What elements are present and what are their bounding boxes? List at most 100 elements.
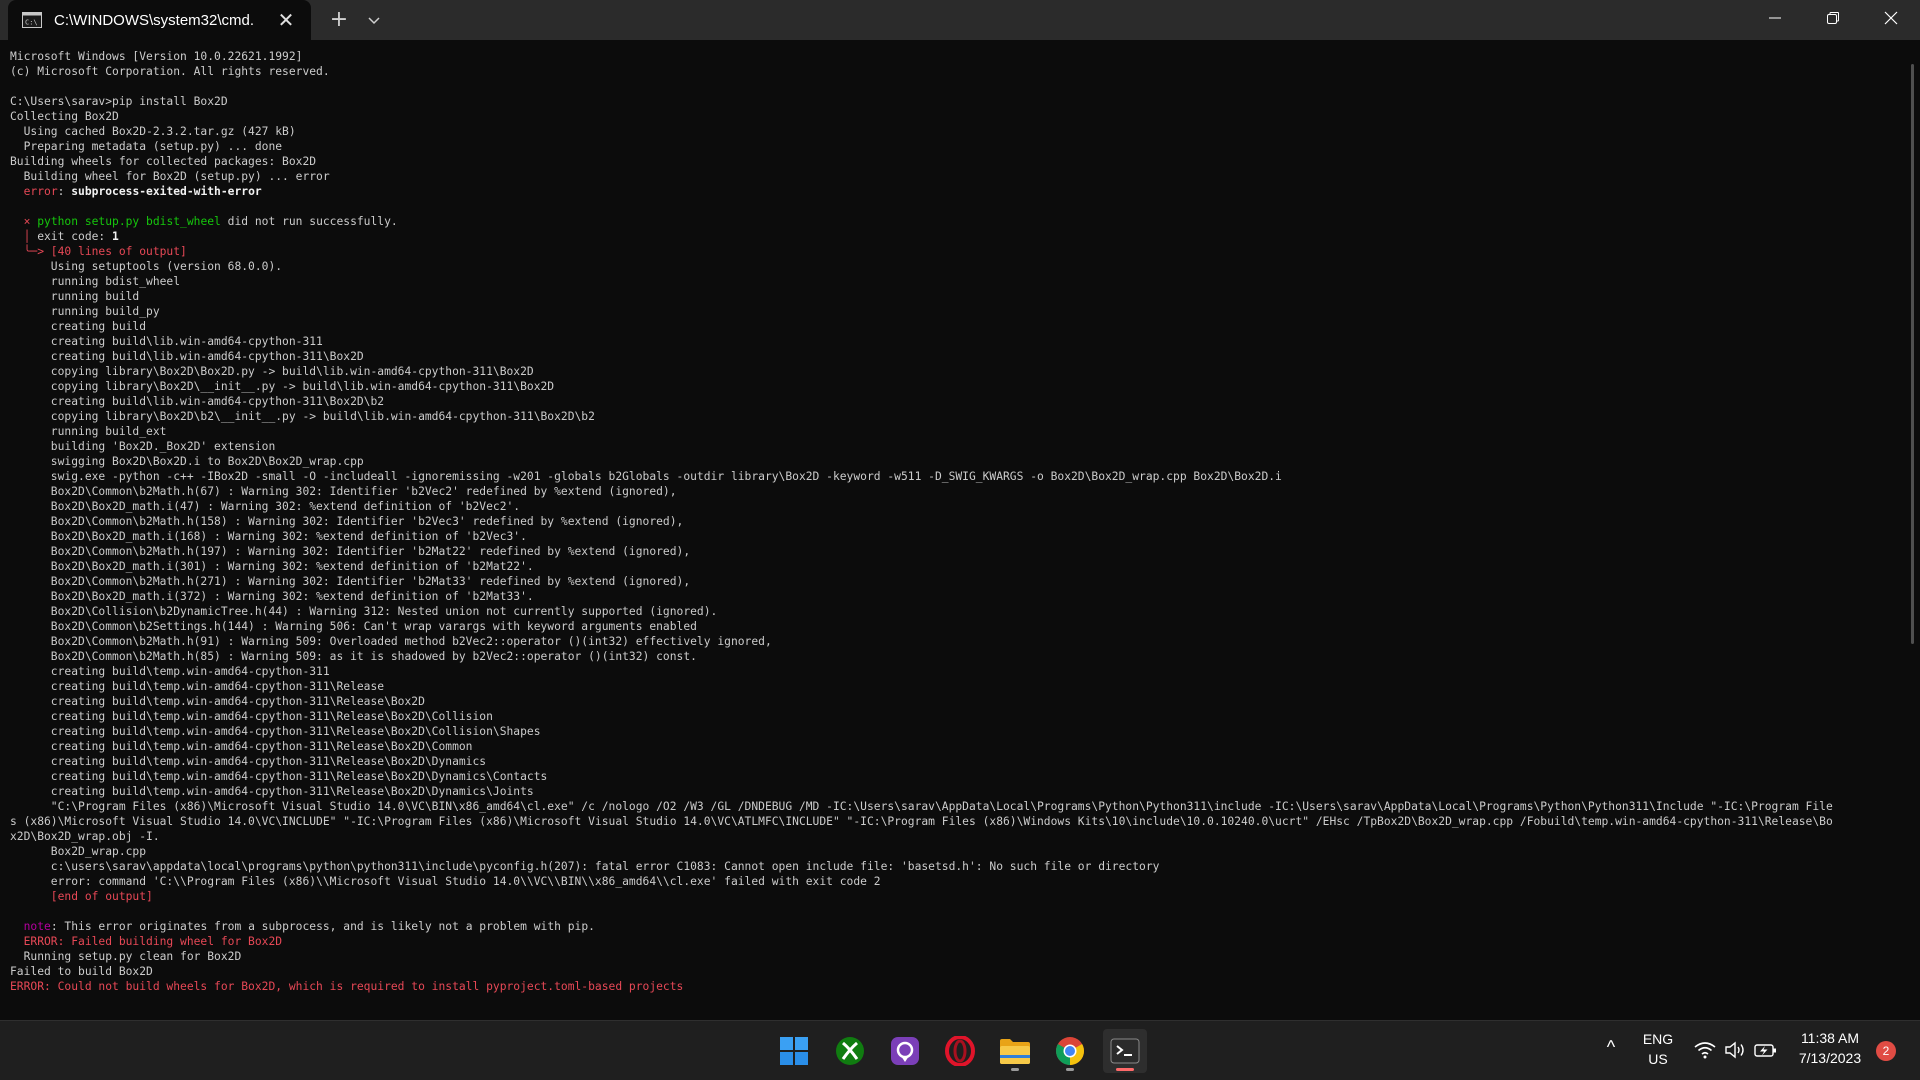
terminal-text-segment: ╰─> [40 lines of output]: [10, 245, 187, 258]
terminal-line: copying library\Box2D\Box2D.py -> build\…: [10, 364, 1890, 379]
terminal-text-segment: Box2D_wrap.cpp: [10, 845, 147, 858]
language-indicator-top[interactable]: ENG: [1640, 1031, 1676, 1047]
terminal-line: Box2D\Common\b2Math.h(67) : Warning 302:…: [10, 484, 1890, 499]
terminal-text-segment: [end of output]: [10, 890, 153, 903]
terminal-text-segment: creating build\lib.win-amd64-cpython-311…: [10, 350, 364, 363]
tab-dropdown-button[interactable]: [362, 8, 386, 32]
clock-time[interactable]: 11:38 AM: [1790, 1030, 1870, 1046]
terminal-line: Box2D_wrap.cpp: [10, 844, 1890, 859]
start-button[interactable]: [772, 1029, 816, 1073]
terminal-line: creating build\temp.win-amd64-cpython-31…: [10, 754, 1890, 769]
terminal-line: [end of output]: [10, 889, 1890, 904]
terminal-text-segment: running build_py: [10, 305, 160, 318]
tab-close-button[interactable]: ✕: [276, 10, 296, 30]
taskbar-terminal[interactable]: [1103, 1029, 1147, 1073]
terminal-line: ERROR: Could not build wheels for Box2D,…: [10, 979, 1890, 994]
battery-charging-icon[interactable]: [1754, 1041, 1778, 1063]
terminal-text-segment: Preparing metadata (setup.py) ... done: [10, 140, 283, 153]
taskbar-opera[interactable]: [938, 1029, 982, 1073]
tab-cmd[interactable]: C:\ C:\WINDOWS\system32\cmd. ✕: [8, 0, 311, 40]
terminal-text-segment: (c) Microsoft Corporation. All rights re…: [10, 65, 330, 78]
terminal-text-segment: swig.exe -python -c++ -IBox2D -small -O …: [10, 470, 1282, 483]
terminal-line: Box2D\Box2D_math.i(372) : Warning 302: %…: [10, 589, 1890, 604]
terminal-text-segment: Box2D\Common\b2Math.h(85) : Warning 509:…: [10, 650, 697, 663]
terminal-line: swig.exe -python -c++ -IBox2D -small -O …: [10, 469, 1890, 484]
terminal-text-segment: x2D\Box2D_wrap.obj -I.: [10, 830, 160, 843]
terminal-line: Box2D\Common\b2Settings.h(144) : Warning…: [10, 619, 1890, 634]
terminal-scrollbar[interactable]: [1911, 64, 1914, 644]
active-indicator: [1116, 1068, 1134, 1071]
terminal-line: creating build\temp.win-amd64-cpython-31…: [10, 664, 1890, 679]
terminal-text-segment: subprocess-exited-with-error: [71, 185, 262, 198]
terminal-line: Box2D\Box2D_math.i(168) : Warning 302: %…: [10, 529, 1890, 544]
clock-date[interactable]: 7/13/2023: [1790, 1050, 1870, 1066]
terminal-line: Box2D\Box2D_math.i(301) : Warning 302: %…: [10, 559, 1890, 574]
terminal-line: building 'Box2D._Box2D' extension: [10, 439, 1890, 454]
taskbar-xbox[interactable]: [828, 1029, 872, 1073]
taskbar-app[interactable]: [883, 1029, 927, 1073]
cmd-tab-icon: C:\: [22, 12, 42, 28]
terminal-text-segment: Microsoft Windows [Version 10.0.22621.19…: [10, 50, 303, 63]
tray-overflow-chevron[interactable]: ^: [1598, 1037, 1624, 1058]
terminal-text-segment: Using cached Box2D-2.3.2.tar.gz (427 kB): [10, 125, 296, 138]
terminal-line: error: command 'C:\\Program Files (x86)\…: [10, 874, 1890, 889]
minimize-icon: [1769, 17, 1781, 19]
file-explorer-icon: [1000, 1039, 1030, 1064]
terminal-line: Preparing metadata (setup.py) ... done: [10, 139, 1890, 154]
chrome-icon: [1056, 1037, 1084, 1065]
terminal-text-segment: Box2D\Box2D_math.i(168) : Warning 302: %…: [10, 530, 527, 543]
terminal-line: ╰─> [40 lines of output]: [10, 244, 1890, 259]
terminal-output[interactable]: Microsoft Windows [Version 10.0.22621.19…: [10, 49, 1890, 1009]
terminal-text-segment: creating build\temp.win-amd64-cpython-31…: [10, 680, 385, 693]
taskbar: ^ ENG US 11:38 AM 7/13/2023: [0, 1020, 1920, 1080]
terminal-line: Box2D\Common\b2Math.h(197) : Warning 302…: [10, 544, 1890, 559]
minimize-button[interactable]: [1752, 0, 1798, 36]
terminal-line: "C:\Program Files (x86)\Microsoft Visual…: [10, 799, 1890, 814]
terminal-text-segment: running bdist_wheel: [10, 275, 181, 288]
volume-icon[interactable]: [1724, 1041, 1746, 1063]
terminal-text-segment: Box2D\Box2D_math.i(47) : Warning 302: %e…: [10, 500, 521, 513]
svg-text:C:\: C:\: [25, 19, 38, 27]
terminal-text-segment: creating build\temp.win-amd64-cpython-31…: [10, 770, 548, 783]
terminal-line: running build_py: [10, 304, 1890, 319]
terminal-text-segment: exit code:: [30, 230, 113, 243]
terminal-line: creating build\temp.win-amd64-cpython-31…: [10, 769, 1890, 784]
close-window-button[interactable]: [1868, 0, 1914, 36]
taskbar-file-explorer[interactable]: [993, 1029, 1037, 1073]
terminal-text-segment: Building wheels for collected packages: …: [10, 155, 317, 168]
terminal-text-segment: Failed to build Box2D: [10, 965, 153, 978]
terminal-line: running build_ext: [10, 424, 1890, 439]
terminal-line: creating build\temp.win-amd64-cpython-31…: [10, 679, 1890, 694]
chevron-down-icon: [368, 17, 380, 25]
windows-start-icon: [780, 1037, 808, 1065]
terminal-line: copying library\Box2D\b2\__init__.py -> …: [10, 409, 1890, 424]
terminal-text-segment: creating build\temp.win-amd64-cpython-31…: [10, 665, 330, 678]
wifi-icon[interactable]: [1694, 1041, 1716, 1063]
terminal-text-segment: running build_ext: [10, 425, 167, 438]
terminal-line: copying library\Box2D\__init__.py -> bui…: [10, 379, 1890, 394]
language-indicator-bottom[interactable]: US: [1640, 1051, 1676, 1067]
terminal-text-segment: C:\Users\sarav>pip install Box2D: [10, 95, 228, 108]
terminal-text-segment: Running setup.py clean for Box2D: [10, 950, 242, 963]
terminal-text-segment: creating build\temp.win-amd64-cpython-31…: [10, 725, 541, 738]
terminal-line: creating build\lib.win-amd64-cpython-311…: [10, 394, 1890, 409]
new-tab-button[interactable]: +: [326, 8, 352, 32]
terminal-line: C:\Users\sarav>pip install Box2D: [10, 94, 1890, 109]
terminal-line: creating build\temp.win-amd64-cpython-31…: [10, 694, 1890, 709]
terminal-text-segment: :: [57, 185, 72, 198]
terminal-text-segment: Box2D\Common\b2Settings.h(144) : Warning…: [10, 620, 697, 633]
taskbar-chrome[interactable]: [1048, 1029, 1092, 1073]
restore-button[interactable]: [1810, 0, 1856, 36]
terminal-text-segment: copying library\Box2D\Box2D.py -> build\…: [10, 365, 534, 378]
notification-badge[interactable]: 2: [1876, 1041, 1896, 1061]
title-bar: C:\ C:\WINDOWS\system32\cmd. ✕ +: [0, 0, 1920, 40]
terminal-line: c:\users\sarav\appdata\local\programs\py…: [10, 859, 1890, 874]
terminal-text-segment: creating build\temp.win-amd64-cpython-31…: [10, 695, 425, 708]
terminal-line: creating build\temp.win-amd64-cpython-31…: [10, 709, 1890, 724]
restore-icon: [1827, 12, 1839, 24]
